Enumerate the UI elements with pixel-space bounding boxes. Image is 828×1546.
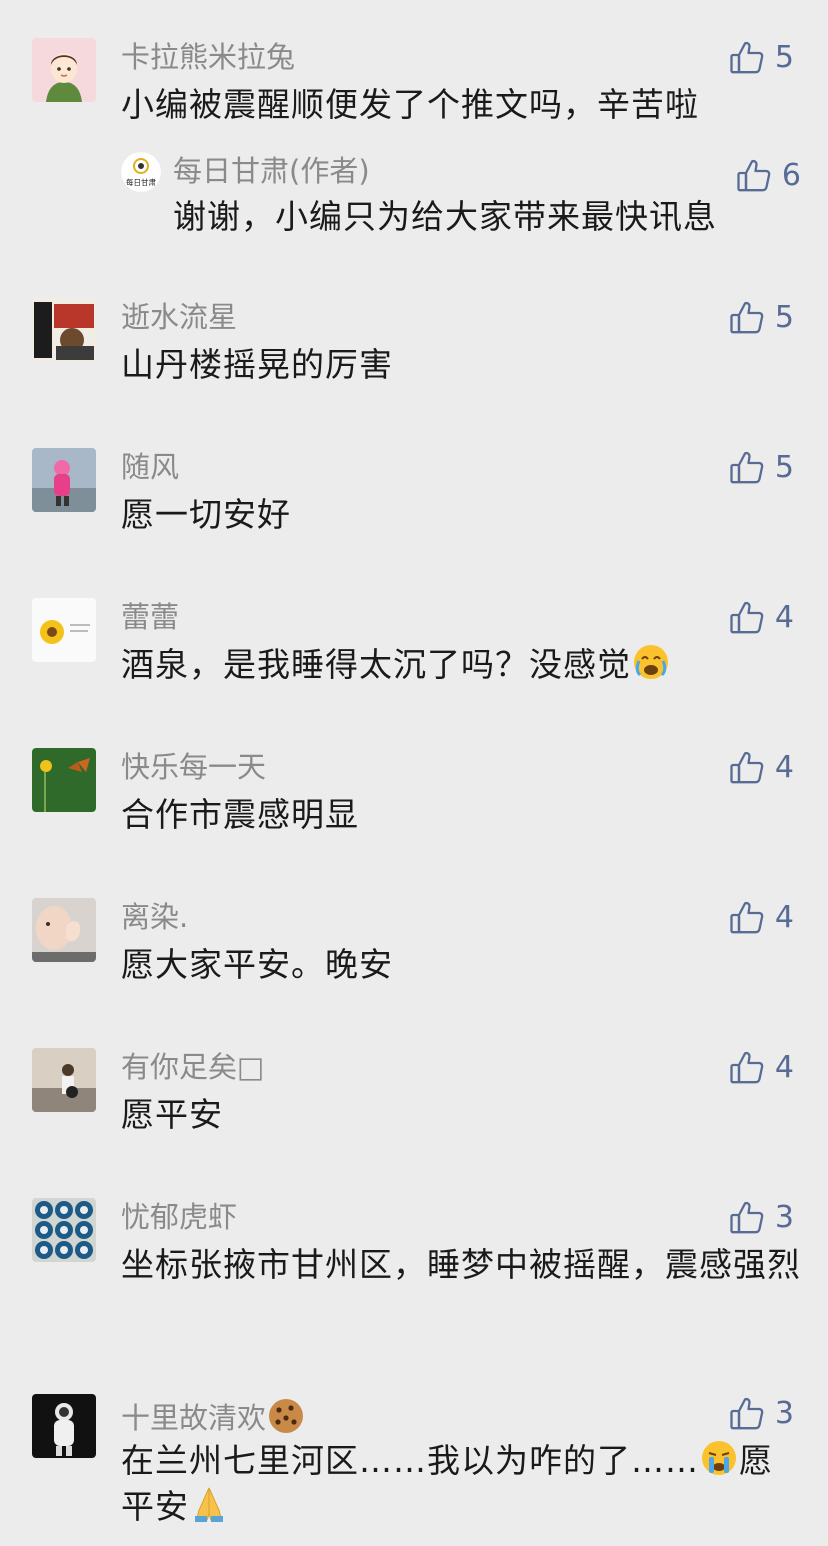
comment-item: 有你足矣□ 4 愿平安: [0, 1048, 828, 1148]
comment-item: 离染. 4 愿大家平安。晚安: [0, 898, 828, 998]
comment-author[interactable]: 快乐每一天: [121, 750, 266, 784]
comment-item: 蕾蕾 4 酒泉，是我睡得太沉了吗？没感觉: [0, 598, 828, 698]
avatar[interactable]: [32, 298, 96, 362]
reply-text: 谢谢，小编只为给大家带来最快讯息: [173, 197, 717, 236]
comment-author[interactable]: 十里故清欢: [121, 1396, 306, 1436]
like-button[interactable]: 5: [729, 38, 794, 78]
like-count: 4: [774, 600, 794, 635]
thumbs-up-icon: [729, 1200, 765, 1236]
like-count: 5: [774, 450, 794, 485]
comment-item: 快乐每一天 4 合作市震感明显: [0, 748, 828, 848]
like-count: 5: [774, 40, 794, 75]
author-reply: 每日甘肃 每日甘肃(作者) 6 谢谢，小编只为给大家带来最快讯息: [121, 150, 801, 250]
comment-text-body: 酒泉，是我睡得太沉了吗？没感觉: [121, 645, 631, 684]
thumbs-up-icon: [729, 300, 765, 336]
like-count: 3: [774, 1200, 794, 1235]
name-suffix-box: □: [237, 1050, 265, 1084]
comment-text: 愿一切安好: [121, 495, 291, 534]
like-button[interactable]: 5: [729, 298, 794, 338]
thumbs-up-icon: [729, 900, 765, 936]
like-count: 4: [774, 1050, 794, 1085]
crying-emoji: [702, 1441, 736, 1475]
comment-text: 愿大家平安。晚安: [121, 945, 393, 984]
thumbs-up-icon: [729, 1396, 765, 1432]
like-button[interactable]: 4: [729, 748, 794, 788]
like-button[interactable]: 3: [729, 1198, 794, 1238]
comment-author[interactable]: 忧郁虎虾: [121, 1200, 237, 1234]
comment-text: 小编被震醒顺便发了个推文吗，辛苦啦: [121, 85, 699, 124]
comment-text: 山丹楼摇晃的厉害: [121, 345, 393, 384]
comment-author-name: 有你足矣: [121, 1050, 238, 1084]
author-avatar[interactable]: 每日甘肃: [121, 152, 161, 192]
thumbs-up-icon: [729, 40, 765, 76]
comment-item: 十里故清欢 3 在兰州七里河区……我以为咋的了…… 愿平安: [0, 1394, 828, 1544]
like-button[interactable]: 4: [729, 1048, 794, 1088]
comment-author[interactable]: 有你足矣□: [121, 1050, 264, 1084]
like-count: 4: [774, 900, 794, 935]
comment-text: 在兰州七里河区……我以为咋的了…… 愿平安: [121, 1438, 801, 1530]
comment-text: 酒泉，是我睡得太沉了吗？没感觉: [121, 642, 801, 688]
comment-text-part1: 在兰州七里河区……我以为咋的了……: [121, 1441, 699, 1480]
avatar[interactable]: [32, 748, 96, 812]
comment-author[interactable]: 逝水流星: [121, 300, 237, 334]
comment-text: 坐标张掖市甘州区，睡梦中被摇醒，震感强烈: [121, 1245, 801, 1284]
like-count: 6: [781, 158, 801, 193]
avatar[interactable]: [32, 1198, 96, 1262]
like-button[interactable]: 4: [729, 598, 794, 638]
avatar[interactable]: [32, 1394, 96, 1458]
praying-hands-emoji: [195, 1487, 223, 1522]
like-count: 3: [774, 1396, 794, 1431]
reply-like-button[interactable]: 6: [736, 156, 801, 196]
comment-item: 卡拉熊米拉兔 5 小编被震醒顺便发了个推文吗，辛苦啦 每日甘肃 每日甘肃(作者)…: [0, 38, 828, 238]
comment-item: 逝水流星 5 山丹楼摇晃的厉害: [0, 298, 828, 398]
comment-item: 随风 5 愿一切安好: [0, 448, 828, 548]
like-count: 4: [774, 750, 794, 785]
cookie-emoji: [269, 1399, 304, 1433]
like-button[interactable]: 4: [729, 898, 794, 938]
avatar[interactable]: [32, 1048, 96, 1112]
like-button[interactable]: 3: [729, 1394, 794, 1434]
crying-face-emoji: [634, 645, 668, 679]
comment-text: 愿平安: [121, 1095, 223, 1134]
comment-author[interactable]: 离染.: [121, 900, 188, 934]
avatar[interactable]: [32, 38, 96, 102]
comment-author-name: 十里故清欢: [121, 1401, 267, 1435]
thumbs-up-icon: [736, 158, 772, 194]
thumbs-up-icon: [729, 450, 765, 486]
avatar[interactable]: [32, 598, 96, 662]
author-logo-text: 每日甘肃: [126, 177, 156, 187]
comment-item: 忧郁虎虾 3 坐标张掖市甘州区，睡梦中被摇醒，震感强烈: [0, 1198, 828, 1348]
avatar[interactable]: [32, 898, 96, 962]
comment-author[interactable]: 蕾蕾: [121, 600, 179, 634]
like-button[interactable]: 5: [729, 448, 794, 488]
comment-text: 合作市震感明显: [121, 795, 359, 834]
comment-author[interactable]: 卡拉熊米拉兔: [121, 40, 295, 74]
author-name[interactable]: 每日甘肃(作者): [173, 154, 370, 188]
like-count: 5: [774, 300, 794, 335]
thumbs-up-icon: [729, 1050, 765, 1086]
avatar[interactable]: [32, 448, 96, 512]
thumbs-up-icon: [729, 600, 765, 636]
thumbs-up-icon: [729, 750, 765, 786]
comment-author[interactable]: 随风: [121, 450, 179, 484]
